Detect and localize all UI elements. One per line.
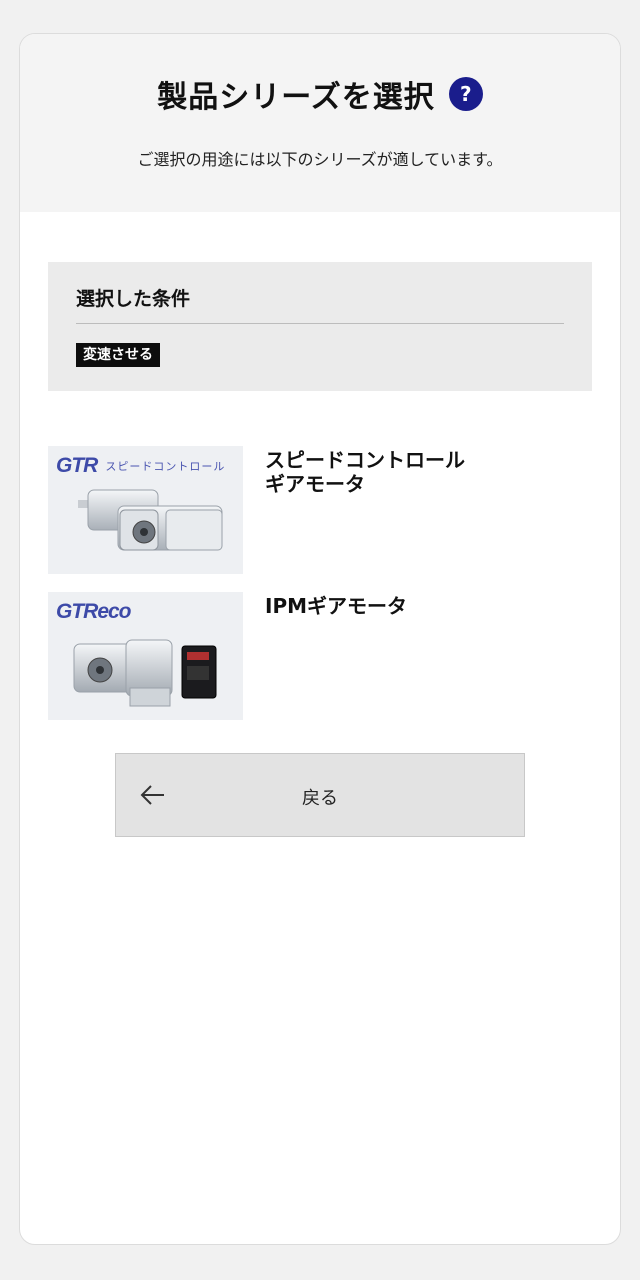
back-button-label: 戻る	[302, 788, 338, 809]
gear-motor-illustration	[78, 489, 223, 551]
product-image: GTReco	[48, 592, 243, 720]
product-name: スピードコントロール ギアモータ	[265, 448, 465, 496]
back-button[interactable]: 戻る	[115, 753, 525, 837]
conditions-title: 選択した条件	[76, 288, 191, 310]
ipm-motor-illustration	[73, 639, 217, 707]
page-subtitle: ご選択の用途には以下のシリーズが適しています。	[137, 150, 503, 169]
page-header: 製品シリーズを選択 ? ご選択の用途には以下のシリーズが適しています。	[20, 34, 620, 212]
selection-card: 製品シリーズを選択 ? ご選択の用途には以下のシリーズが適しています。 選択した…	[19, 33, 621, 1245]
product-item-ipm[interactable]: GTReco IPMギアモータ	[48, 592, 592, 720]
conditions-divider	[76, 323, 564, 324]
help-icon[interactable]: ?	[448, 77, 483, 111]
selected-conditions-panel: 選択した条件 変速させる	[48, 262, 592, 391]
condition-tag: 変速させる	[76, 343, 160, 367]
product-item-speed-control[interactable]: GTR スピードコントロール スピードコントロール ギアモータ	[48, 446, 592, 574]
page-title: 製品シリーズを選択	[157, 80, 435, 115]
product-image: GTR スピードコントロール	[48, 446, 243, 574]
title-row: 製品シリーズを選択 ?	[20, 34, 620, 116]
product-name: IPMギアモータ	[265, 594, 408, 618]
